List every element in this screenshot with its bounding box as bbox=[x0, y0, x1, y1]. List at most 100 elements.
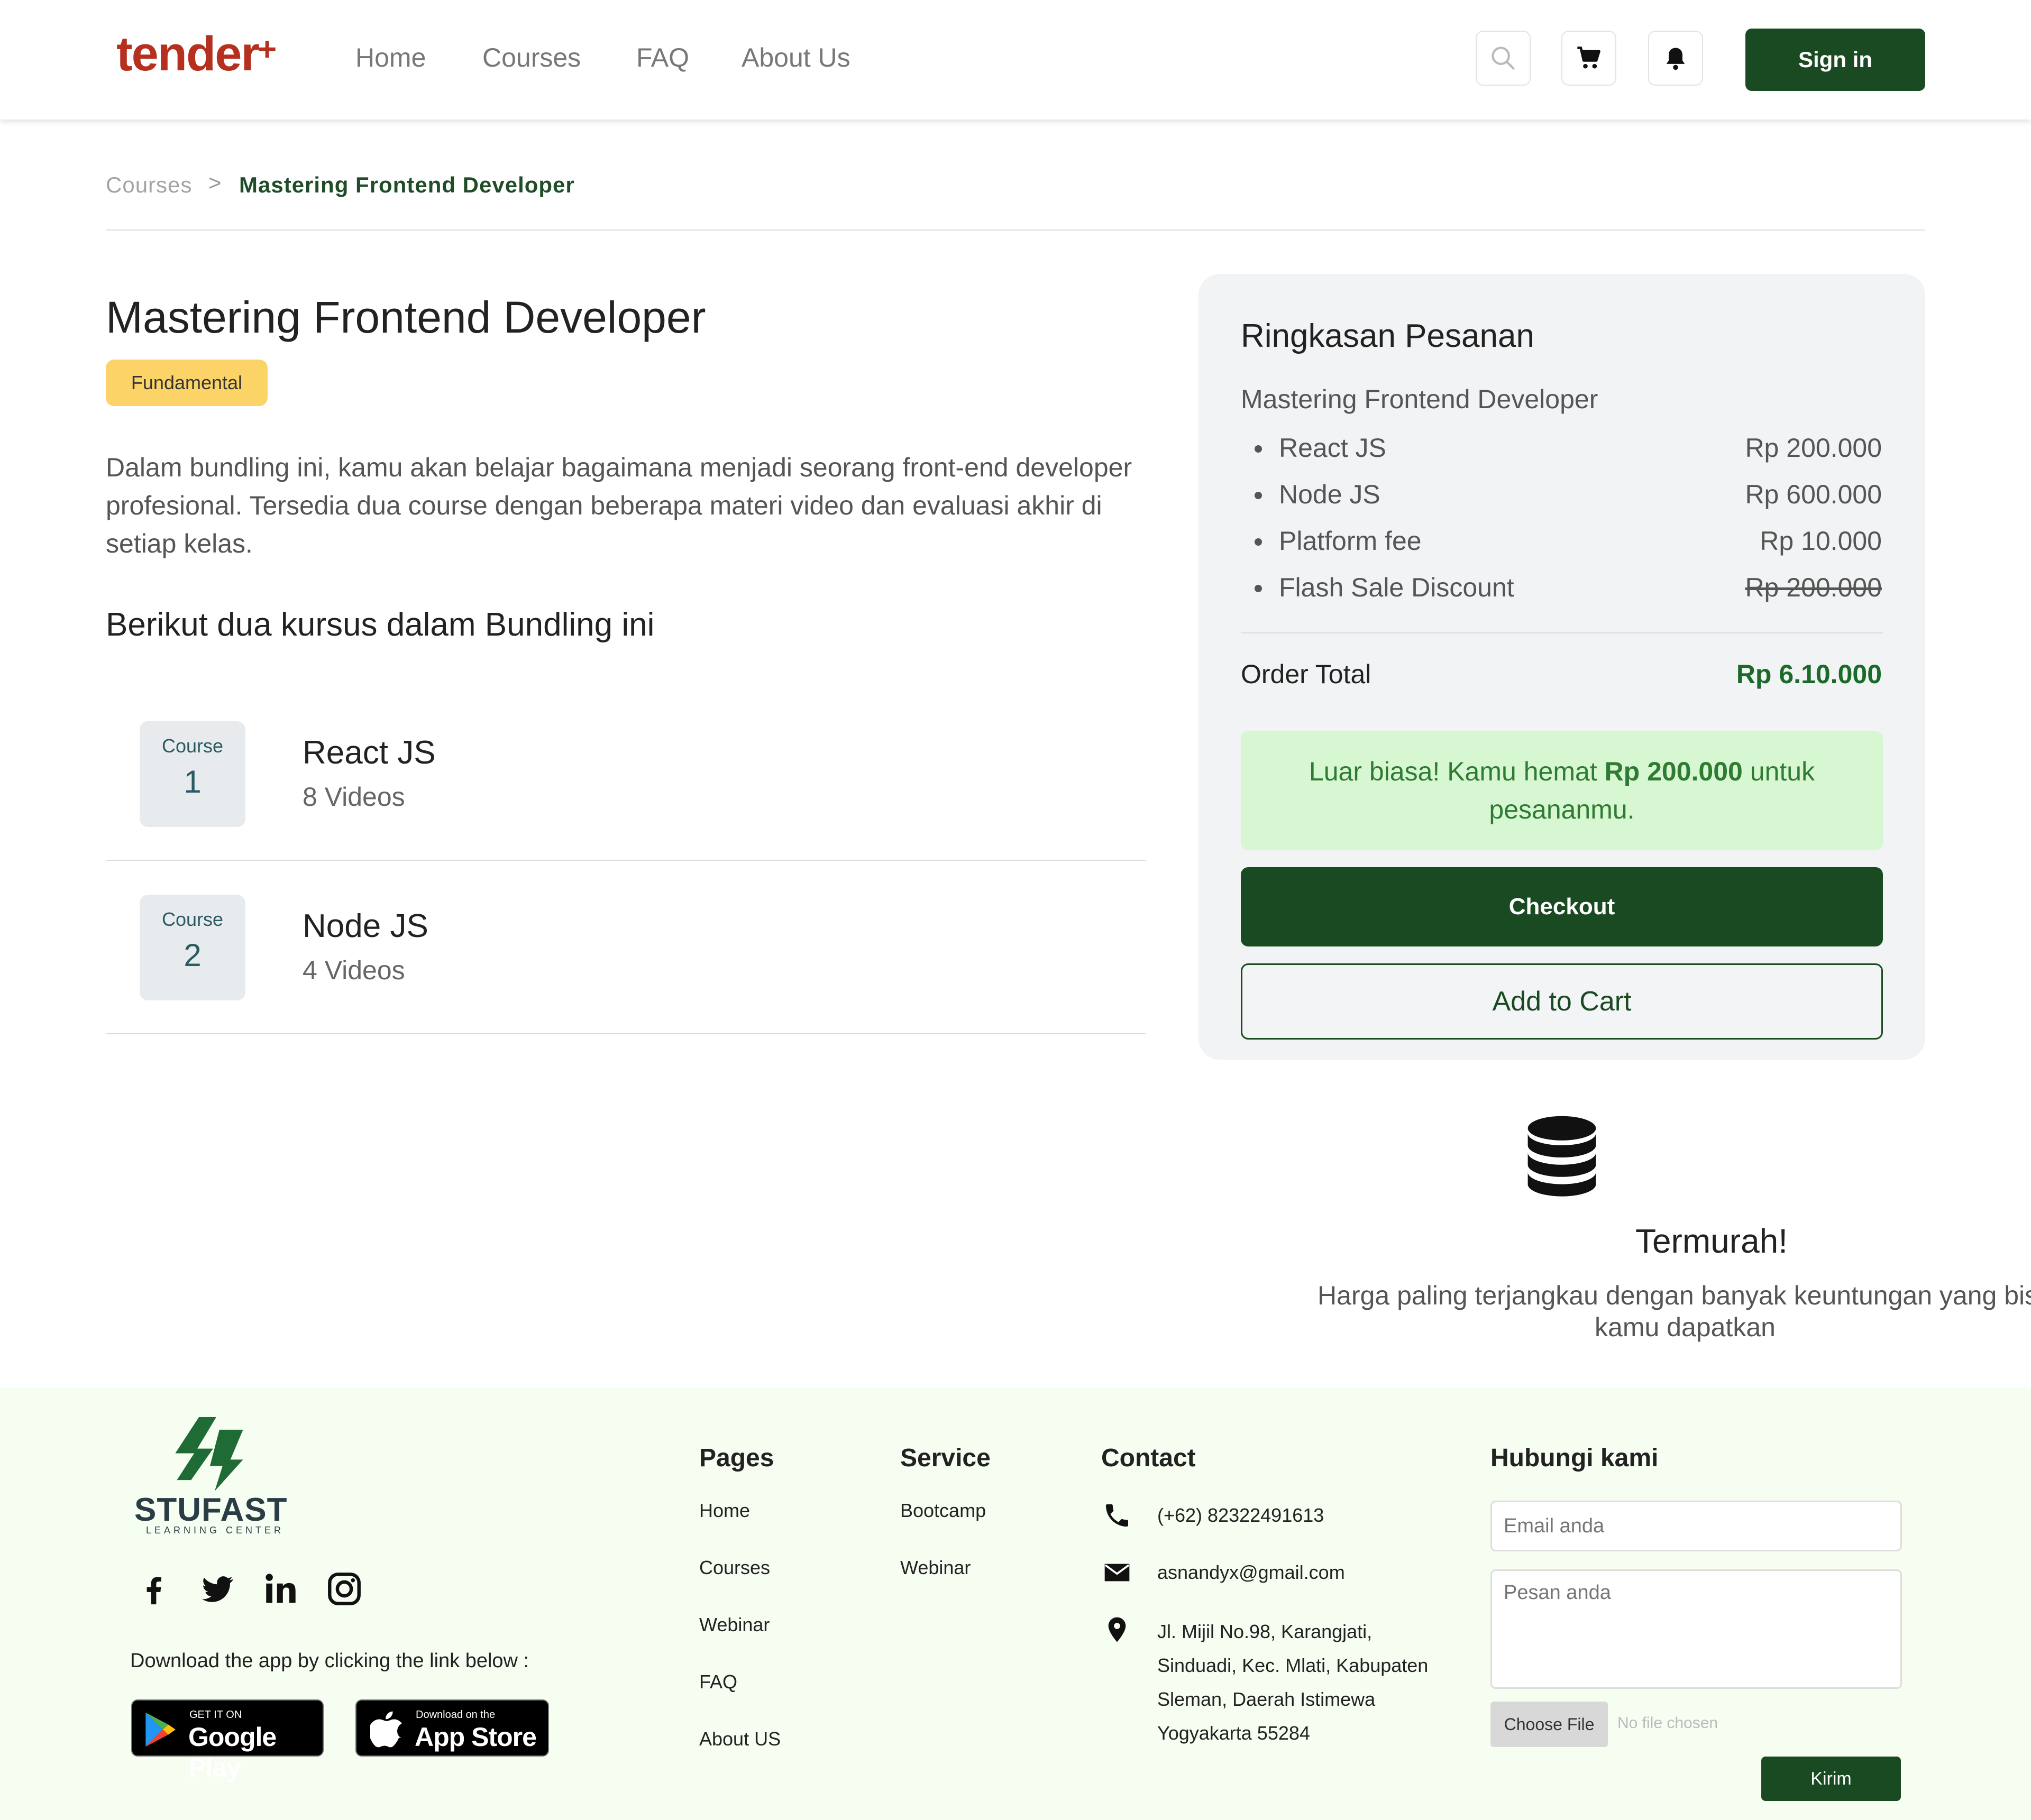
footer-link-webinar[interactable]: Webinar bbox=[699, 1614, 770, 1636]
summary-item-name: Flash Sale Discount bbox=[1279, 573, 1514, 602]
summary-item-price-discount: Rp 200.000 bbox=[1745, 573, 1882, 602]
course-name[interactable]: Node JS bbox=[303, 907, 428, 945]
summary-item-name: React JS bbox=[1279, 433, 1386, 463]
course-description: Dalam bundling ini, kamu akan belajar ba… bbox=[106, 453, 1132, 558]
add-to-cart-button[interactable]: Add to Cart bbox=[1241, 963, 1883, 1040]
send-button[interactable]: Kirim bbox=[1761, 1757, 1901, 1801]
navbar bbox=[0, 0, 2031, 120]
footer-pages-heading: Pages bbox=[699, 1444, 774, 1472]
summary-subtitle: Mastering Frontend Developer bbox=[1241, 384, 1598, 414]
twitter-icon[interactable] bbox=[199, 1570, 236, 1607]
feature-description: Harga paling terjangkau dengan banyak ke… bbox=[1318, 1281, 2031, 1342]
stufast-logo-tagline: LEARNING CENTER bbox=[146, 1525, 285, 1536]
contact-address-line: Yogyakarta 55284 bbox=[1157, 1722, 1310, 1744]
course-name[interactable]: React JS bbox=[303, 734, 436, 771]
brand-logo[interactable]: tender bbox=[116, 26, 260, 82]
feature-title: Termurah! bbox=[1635, 1222, 1788, 1260]
bullet bbox=[1255, 492, 1262, 499]
level-badge: Fundamental bbox=[106, 360, 268, 406]
course-video-count: 4 Videos bbox=[303, 955, 405, 985]
choose-file-button[interactable]: Choose File bbox=[1490, 1702, 1608, 1747]
contact-address-line: Sinduadi, Kec. Mlati, Kabupaten bbox=[1157, 1654, 1429, 1676]
order-total-value: Rp 6.10.000 bbox=[1736, 659, 1882, 689]
bullet bbox=[1255, 538, 1262, 546]
summary-item-name: Node JS bbox=[1279, 480, 1380, 509]
mail-icon bbox=[1102, 1558, 1132, 1587]
app-store-button[interactable]: Download on the App Store bbox=[355, 1699, 549, 1757]
google-play-small: GET IT ON bbox=[189, 1709, 242, 1721]
breadcrumb-separator: > bbox=[208, 170, 222, 195]
stufast-logo-icon bbox=[167, 1417, 246, 1491]
search-button[interactable] bbox=[1476, 31, 1531, 86]
google-play-icon bbox=[145, 1712, 176, 1747]
footer-link-courses[interactable]: Courses bbox=[699, 1557, 770, 1579]
download-app-text: Download the app by clicking the link be… bbox=[130, 1650, 529, 1672]
contact-address-line: Jl. Mijil No.98, Karangjati, bbox=[1157, 1621, 1373, 1642]
course-divider bbox=[106, 1033, 1146, 1034]
stufast-logo-name: STUFAST bbox=[134, 1492, 288, 1528]
checkout-button[interactable]: Checkout bbox=[1241, 867, 1883, 946]
course-label: Course bbox=[161, 735, 224, 757]
course-number: 1 bbox=[184, 764, 202, 799]
footer-link-home[interactable]: Home bbox=[699, 1500, 750, 1522]
summary-item-price: Rp 200.000 bbox=[1745, 433, 1882, 463]
google-play-big: Google Play bbox=[188, 1722, 277, 1782]
footer-link-bootcamp[interactable]: Bootcamp bbox=[900, 1500, 986, 1522]
course-divider bbox=[106, 860, 1146, 861]
nav-link-faq[interactable]: FAQ bbox=[636, 42, 689, 73]
cart-button[interactable] bbox=[1561, 31, 1616, 86]
contact-phone[interactable]: (+62) 82322491613 bbox=[1157, 1499, 1324, 1532]
phone-icon bbox=[1102, 1501, 1132, 1530]
bundle-subtitle: Berikut dua kursus dalam Bundling ini bbox=[106, 606, 655, 643]
cart-icon bbox=[1577, 47, 1600, 69]
footer-contact-form-heading: Hubungi kami bbox=[1490, 1444, 1659, 1472]
nav-link-about-us[interactable]: About Us bbox=[742, 42, 850, 73]
apple-icon bbox=[370, 1711, 402, 1748]
summary-item-name: Platform fee bbox=[1279, 526, 1422, 556]
savings-banner: Luar biasa! Kamu hemat Rp 200.000 untuk … bbox=[1241, 731, 1883, 850]
facebook-icon[interactable] bbox=[135, 1570, 172, 1607]
email-field[interactable] bbox=[1490, 1501, 1902, 1551]
course-number: 2 bbox=[184, 937, 202, 973]
course-video-count: 8 Videos bbox=[303, 782, 405, 812]
location-pin-icon bbox=[1102, 1615, 1132, 1644]
summary-divider bbox=[1241, 632, 1883, 633]
database-icon bbox=[1525, 1113, 1598, 1202]
instagram-icon[interactable] bbox=[326, 1570, 363, 1607]
footer-link-about-us[interactable]: About US bbox=[699, 1728, 781, 1750]
notification-button[interactable] bbox=[1648, 31, 1703, 86]
contact-address-line: Sleman, Daerah Istimewa bbox=[1157, 1688, 1376, 1710]
bullet bbox=[1255, 585, 1262, 592]
savings-prefix: Luar biasa! Kamu hemat bbox=[1309, 757, 1605, 786]
course-number-box: Course 1 bbox=[140, 721, 245, 827]
course-number-box: Course 2 bbox=[140, 895, 245, 1000]
signin-button[interactable]: Sign in bbox=[1745, 29, 1925, 91]
contact-email[interactable]: asnandyx@gmail.com bbox=[1157, 1556, 1345, 1589]
page-title: Mastering Frontend Developer bbox=[106, 292, 706, 342]
savings-amount: Rp 200.000 bbox=[1604, 757, 1743, 786]
summary-item-price: Rp 10.000 bbox=[1760, 526, 1882, 556]
summary-title: Ringkasan Pesanan bbox=[1241, 318, 1534, 354]
message-field[interactable] bbox=[1490, 1569, 1902, 1689]
nav-link-home[interactable]: Home bbox=[355, 42, 426, 73]
footer-contact-heading: Contact bbox=[1101, 1444, 1196, 1472]
app-store-big: App Store bbox=[415, 1722, 537, 1752]
google-play-button[interactable]: GET IT ON Google Play bbox=[131, 1699, 324, 1782]
search-icon bbox=[1492, 47, 1515, 70]
footer-service-heading: Service bbox=[900, 1444, 991, 1472]
breadcrumb-root[interactable]: Courses bbox=[106, 172, 192, 198]
summary-item-price: Rp 600.000 bbox=[1745, 480, 1882, 509]
bell-icon bbox=[1666, 48, 1685, 70]
breadcrumb-divider bbox=[106, 229, 1925, 231]
app-store-small: Download on the bbox=[416, 1709, 496, 1721]
linkedin-icon[interactable] bbox=[262, 1570, 299, 1607]
course-label: Course bbox=[161, 908, 224, 930]
bullet bbox=[1255, 445, 1262, 453]
brand-logo-plus: + bbox=[258, 31, 277, 68]
file-status-text: No file chosen bbox=[1617, 1714, 1718, 1732]
breadcrumb-current: Mastering Frontend Developer bbox=[239, 172, 575, 197]
order-total-label: Order Total bbox=[1241, 659, 1371, 689]
footer-link-faq[interactable]: FAQ bbox=[699, 1671, 737, 1693]
nav-link-courses[interactable]: Courses bbox=[482, 42, 581, 73]
footer-link-webinar-service[interactable]: Webinar bbox=[900, 1557, 971, 1579]
